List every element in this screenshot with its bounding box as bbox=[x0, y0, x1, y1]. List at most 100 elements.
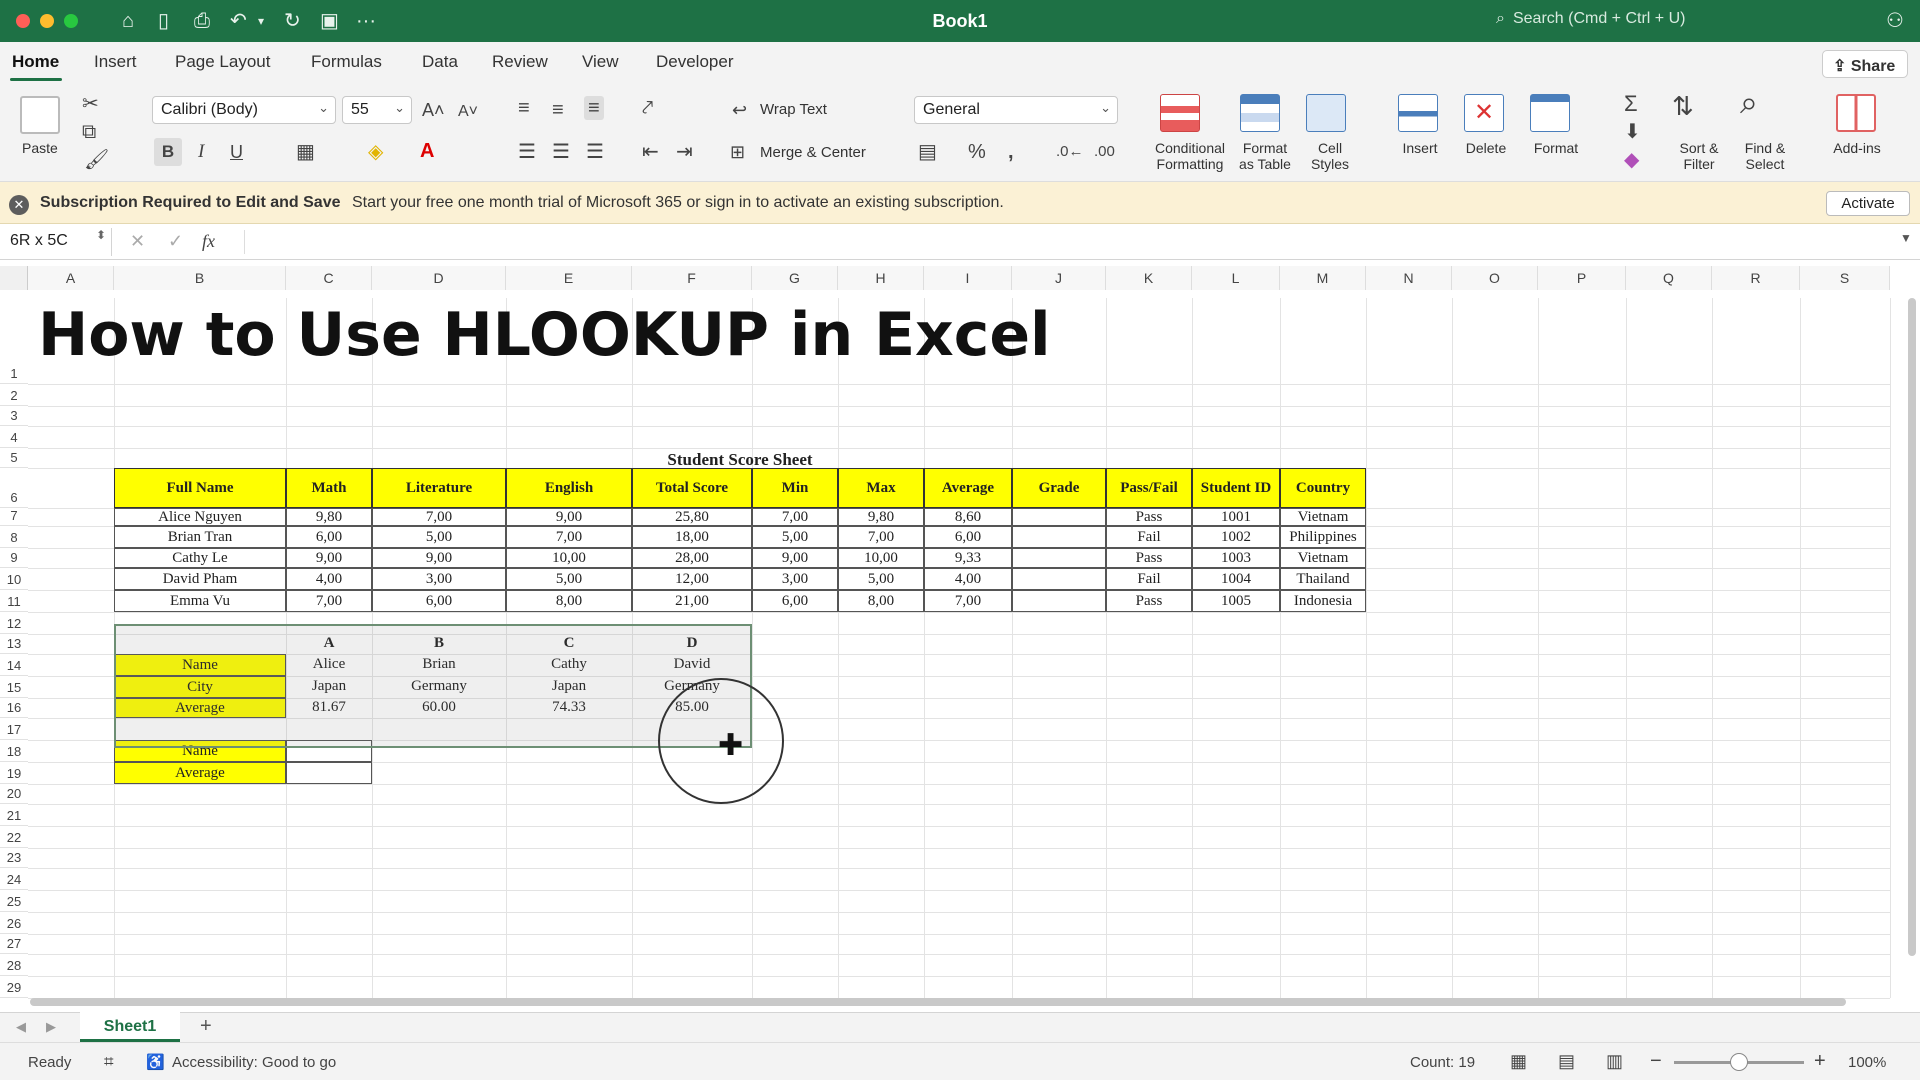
row-header-2[interactable]: 2 bbox=[0, 384, 28, 406]
table-data-cell[interactable]: 6,00 bbox=[924, 526, 1012, 548]
percent-style-icon[interactable]: % bbox=[968, 140, 986, 164]
sort-filter-button[interactable]: Sort & Filter bbox=[1666, 140, 1732, 172]
tab-home[interactable]: Home bbox=[12, 52, 59, 72]
column-header-j[interactable]: J bbox=[1012, 266, 1106, 290]
table-data-cell[interactable]: Emma Vu bbox=[114, 590, 286, 612]
table-data-cell[interactable] bbox=[1012, 526, 1106, 548]
conditional-formatting-button[interactable]: Conditional Formatting bbox=[1146, 140, 1234, 172]
column-header-k[interactable]: K bbox=[1106, 266, 1192, 290]
row-header-16[interactable]: 16 bbox=[0, 698, 28, 718]
macro-recording-icon[interactable]: ⌗ bbox=[104, 1052, 114, 1072]
column-header-q[interactable]: Q bbox=[1626, 266, 1712, 290]
column-header-s[interactable]: S bbox=[1800, 266, 1890, 290]
conditional-formatting-icon[interactable] bbox=[1160, 94, 1200, 132]
table-data-cell[interactable]: David Pham bbox=[114, 568, 286, 590]
table-data-cell[interactable]: Indonesia bbox=[1280, 590, 1366, 612]
table-data-cell[interactable]: 3,00 bbox=[752, 568, 838, 590]
table-data-cell[interactable]: 21,00 bbox=[632, 590, 752, 612]
table-data-cell[interactable]: 4,00 bbox=[924, 568, 1012, 590]
previous-sheet-icon[interactable]: ◀ bbox=[16, 1019, 26, 1035]
cell-styles-button[interactable]: Cell Styles bbox=[1300, 140, 1360, 172]
table-data-cell[interactable]: 9,80 bbox=[286, 508, 372, 526]
query-label-cell[interactable]: Average bbox=[114, 762, 286, 784]
table-data-cell[interactable]: 1005 bbox=[1192, 590, 1280, 612]
table-data-cell[interactable]: Fail bbox=[1106, 526, 1192, 548]
table-data-cell[interactable]: 5,00 bbox=[506, 568, 632, 590]
format-painter-icon[interactable]: 🖌 bbox=[84, 148, 109, 172]
tab-review[interactable]: Review bbox=[492, 52, 548, 72]
cell-styles-icon[interactable] bbox=[1306, 94, 1346, 132]
decrease-font-icon[interactable]: A˅ bbox=[458, 100, 478, 124]
align-right-icon[interactable]: ☰ bbox=[586, 140, 604, 164]
next-sheet-icon[interactable]: ▶ bbox=[46, 1019, 56, 1035]
row-header-25[interactable]: 25 bbox=[0, 890, 28, 912]
align-top-icon[interactable]: ≡ bbox=[518, 96, 530, 120]
table-header-cell[interactable]: Pass/Fail bbox=[1106, 468, 1192, 508]
table-data-cell[interactable]: 1003 bbox=[1192, 548, 1280, 568]
orientation-icon[interactable]: ⤤ bbox=[642, 96, 653, 120]
activate-button[interactable]: Activate bbox=[1826, 191, 1910, 216]
table-data-cell[interactable]: 5,00 bbox=[372, 526, 506, 548]
add-ins-icon[interactable] bbox=[1836, 94, 1876, 132]
cancel-icon[interactable]: ✕ bbox=[130, 231, 145, 252]
fill-color-icon[interactable]: ◈ bbox=[368, 140, 383, 164]
table-data-cell[interactable]: 6,00 bbox=[752, 590, 838, 612]
increase-decimal-icon[interactable]: .0← bbox=[1056, 140, 1084, 164]
table-data-cell[interactable]: 1002 bbox=[1192, 526, 1280, 548]
copy-icon[interactable]: ⧉ bbox=[82, 120, 96, 144]
align-center-icon[interactable]: ☰ bbox=[552, 140, 570, 164]
format-as-table-icon[interactable] bbox=[1240, 94, 1280, 132]
column-header-c[interactable]: C bbox=[286, 266, 372, 290]
row-header-24[interactable]: 24 bbox=[0, 868, 28, 890]
table-data-cell[interactable]: 1004 bbox=[1192, 568, 1280, 590]
zoom-in-icon[interactable]: + bbox=[1814, 1050, 1826, 1073]
column-header-i[interactable]: I bbox=[924, 266, 1012, 290]
tab-insert[interactable]: Insert bbox=[94, 52, 137, 72]
search-input[interactable]: ⌕ Search (Cmd + Ctrl + U) bbox=[1496, 10, 1876, 32]
page-break-view-icon[interactable]: ▥ bbox=[1606, 1051, 1623, 1072]
bold-button[interactable]: B bbox=[154, 138, 182, 166]
column-header-l[interactable]: L bbox=[1192, 266, 1280, 290]
add-sheet-button[interactable]: + bbox=[200, 1015, 212, 1038]
table-data-cell[interactable]: Vietnam bbox=[1280, 508, 1366, 526]
find-select-button[interactable]: Find & Select bbox=[1732, 140, 1798, 172]
table-data-cell[interactable]: Thailand bbox=[1280, 568, 1366, 590]
table-header-cell[interactable]: Student ID bbox=[1192, 468, 1280, 508]
collaborate-icon[interactable]: ⚇ bbox=[1886, 10, 1904, 32]
table-data-cell[interactable]: 7,00 bbox=[372, 508, 506, 526]
row-header-19[interactable]: 19 bbox=[0, 762, 28, 784]
column-header-n[interactable]: N bbox=[1366, 266, 1452, 290]
table-data-cell[interactable]: 3,00 bbox=[372, 568, 506, 590]
column-header-b[interactable]: B bbox=[114, 266, 286, 290]
align-left-icon[interactable]: ☰ bbox=[518, 140, 536, 164]
autosum-icon[interactable]: Σ bbox=[1624, 92, 1638, 116]
column-header-d[interactable]: D bbox=[372, 266, 506, 290]
table-data-cell[interactable]: 8,00 bbox=[838, 590, 924, 612]
table-data-cell[interactable]: 9,80 bbox=[838, 508, 924, 526]
zoom-out-icon[interactable]: − bbox=[1650, 1050, 1662, 1073]
font-size-select[interactable]: 55 ⌄ bbox=[342, 96, 412, 124]
table-data-cell[interactable]: 5,00 bbox=[838, 568, 924, 590]
sort-filter-icon[interactable]: ⇅ bbox=[1672, 93, 1694, 119]
table-data-cell[interactable]: 6,00 bbox=[372, 590, 506, 612]
table-data-cell[interactable]: 28,00 bbox=[632, 548, 752, 568]
table-data-cell[interactable]: 12,00 bbox=[632, 568, 752, 590]
row-header-1[interactable]: 1 bbox=[0, 298, 28, 384]
number-format-select[interactable]: General ⌄ bbox=[914, 96, 1118, 124]
table-data-cell[interactable] bbox=[1012, 568, 1106, 590]
column-header-m[interactable]: M bbox=[1280, 266, 1366, 290]
table-header-cell[interactable]: Max bbox=[838, 468, 924, 508]
name-box-stepper-icon[interactable]: ⬍ bbox=[96, 228, 106, 242]
table-header-cell[interactable]: Full Name bbox=[114, 468, 286, 508]
row-header-5[interactable]: 5 bbox=[0, 448, 28, 468]
merge-center-icon[interactable]: ⊞ bbox=[730, 140, 745, 164]
row-header-28[interactable]: 28 bbox=[0, 954, 28, 976]
table-header-cell[interactable]: Math bbox=[286, 468, 372, 508]
table-data-cell[interactable]: Alice Nguyen bbox=[114, 508, 286, 526]
decrease-decimal-icon[interactable]: .00 bbox=[1094, 140, 1115, 164]
insert-function-button[interactable]: fx bbox=[202, 231, 215, 252]
sheet-tab-sheet1[interactable]: Sheet1 bbox=[80, 1012, 180, 1042]
row-header-13[interactable]: 13 bbox=[0, 634, 28, 654]
column-header-h[interactable]: H bbox=[838, 266, 924, 290]
table-data-cell[interactable]: 10,00 bbox=[838, 548, 924, 568]
